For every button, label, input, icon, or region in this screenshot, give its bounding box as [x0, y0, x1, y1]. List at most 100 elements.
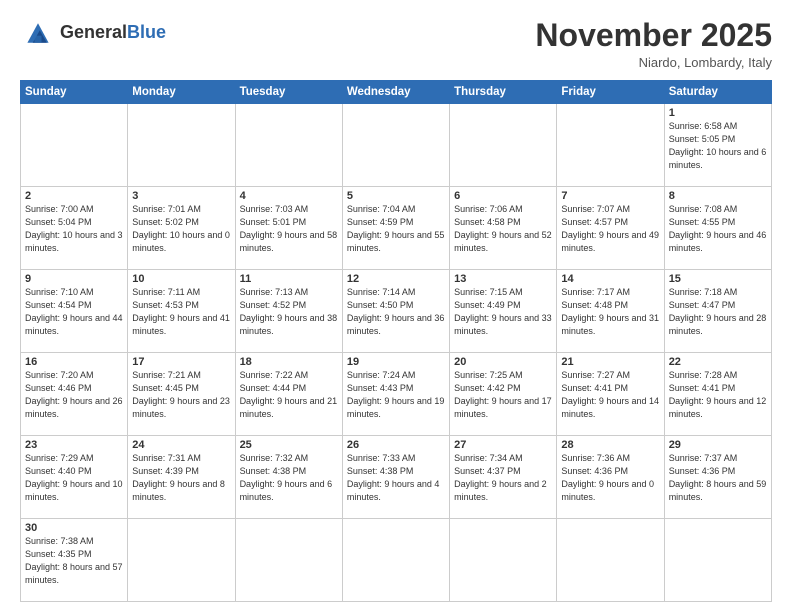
day-of-week-wednesday: Wednesday [342, 81, 449, 104]
day-number: 11 [240, 273, 338, 285]
calendar-cell: 27Sunrise: 7:34 AM Sunset: 4:37 PM Dayli… [450, 436, 557, 519]
day-number: 1 [669, 107, 767, 119]
calendar-cell: 18Sunrise: 7:22 AM Sunset: 4:44 PM Dayli… [235, 353, 342, 436]
logo-blue: Blue [127, 22, 166, 42]
calendar-week-6: 30Sunrise: 7:38 AM Sunset: 4:35 PM Dayli… [21, 519, 772, 602]
day-number: 28 [561, 439, 659, 451]
day-info: Sunrise: 7:33 AM Sunset: 4:38 PM Dayligh… [347, 452, 445, 504]
day-number: 12 [347, 273, 445, 285]
calendar-cell [342, 519, 449, 602]
calendar-cell: 17Sunrise: 7:21 AM Sunset: 4:45 PM Dayli… [128, 353, 235, 436]
calendar-header-row: SundayMondayTuesdayWednesdayThursdayFrid… [21, 81, 772, 104]
calendar-cell: 13Sunrise: 7:15 AM Sunset: 4:49 PM Dayli… [450, 270, 557, 353]
calendar-cell [21, 104, 128, 187]
day-info: Sunrise: 7:03 AM Sunset: 5:01 PM Dayligh… [240, 203, 338, 255]
calendar-cell: 3Sunrise: 7:01 AM Sunset: 5:02 PM Daylig… [128, 187, 235, 270]
day-of-week-thursday: Thursday [450, 81, 557, 104]
day-info: Sunrise: 7:18 AM Sunset: 4:47 PM Dayligh… [669, 286, 767, 338]
header: GeneralBlue November 2025 Niardo, Lombar… [20, 18, 772, 70]
calendar-cell: 15Sunrise: 7:18 AM Sunset: 4:47 PM Dayli… [664, 270, 771, 353]
calendar-cell: 5Sunrise: 7:04 AM Sunset: 4:59 PM Daylig… [342, 187, 449, 270]
calendar-cell: 1Sunrise: 6:58 AM Sunset: 5:05 PM Daylig… [664, 104, 771, 187]
calendar-cell [450, 519, 557, 602]
day-number: 19 [347, 356, 445, 368]
day-number: 2 [25, 190, 123, 202]
day-info: Sunrise: 7:24 AM Sunset: 4:43 PM Dayligh… [347, 369, 445, 421]
day-info: Sunrise: 7:07 AM Sunset: 4:57 PM Dayligh… [561, 203, 659, 255]
calendar-cell [664, 519, 771, 602]
day-info: Sunrise: 7:08 AM Sunset: 4:55 PM Dayligh… [669, 203, 767, 255]
day-info: Sunrise: 7:31 AM Sunset: 4:39 PM Dayligh… [132, 452, 230, 504]
calendar-cell [235, 104, 342, 187]
calendar-cell [557, 104, 664, 187]
day-info: Sunrise: 7:25 AM Sunset: 4:42 PM Dayligh… [454, 369, 552, 421]
page: GeneralBlue November 2025 Niardo, Lombar… [0, 0, 792, 612]
calendar-cell: 14Sunrise: 7:17 AM Sunset: 4:48 PM Dayli… [557, 270, 664, 353]
day-info: Sunrise: 7:13 AM Sunset: 4:52 PM Dayligh… [240, 286, 338, 338]
day-info: Sunrise: 7:27 AM Sunset: 4:41 PM Dayligh… [561, 369, 659, 421]
day-number: 27 [454, 439, 552, 451]
day-number: 9 [25, 273, 123, 285]
day-of-week-monday: Monday [128, 81, 235, 104]
calendar-cell: 10Sunrise: 7:11 AM Sunset: 4:53 PM Dayli… [128, 270, 235, 353]
day-number: 4 [240, 190, 338, 202]
day-of-week-tuesday: Tuesday [235, 81, 342, 104]
calendar-cell: 9Sunrise: 7:10 AM Sunset: 4:54 PM Daylig… [21, 270, 128, 353]
day-info: Sunrise: 7:28 AM Sunset: 4:41 PM Dayligh… [669, 369, 767, 421]
day-number: 26 [347, 439, 445, 451]
calendar-cell: 4Sunrise: 7:03 AM Sunset: 5:01 PM Daylig… [235, 187, 342, 270]
day-number: 8 [669, 190, 767, 202]
day-info: Sunrise: 7:01 AM Sunset: 5:02 PM Dayligh… [132, 203, 230, 255]
calendar-cell: 11Sunrise: 7:13 AM Sunset: 4:52 PM Dayli… [235, 270, 342, 353]
location: Niardo, Lombardy, Italy [535, 55, 772, 70]
day-number: 6 [454, 190, 552, 202]
logo-general: General [60, 22, 127, 42]
calendar-table: SundayMondayTuesdayWednesdayThursdayFrid… [20, 80, 772, 602]
month-title: November 2025 [535, 18, 772, 53]
calendar-cell: 26Sunrise: 7:33 AM Sunset: 4:38 PM Dayli… [342, 436, 449, 519]
day-number: 23 [25, 439, 123, 451]
calendar-week-2: 2Sunrise: 7:00 AM Sunset: 5:04 PM Daylig… [21, 187, 772, 270]
day-info: Sunrise: 7:20 AM Sunset: 4:46 PM Dayligh… [25, 369, 123, 421]
day-info: Sunrise: 7:15 AM Sunset: 4:49 PM Dayligh… [454, 286, 552, 338]
calendar-cell: 30Sunrise: 7:38 AM Sunset: 4:35 PM Dayli… [21, 519, 128, 602]
calendar-week-4: 16Sunrise: 7:20 AM Sunset: 4:46 PM Dayli… [21, 353, 772, 436]
day-info: Sunrise: 7:21 AM Sunset: 4:45 PM Dayligh… [132, 369, 230, 421]
day-info: Sunrise: 7:37 AM Sunset: 4:36 PM Dayligh… [669, 452, 767, 504]
day-info: Sunrise: 7:10 AM Sunset: 4:54 PM Dayligh… [25, 286, 123, 338]
day-number: 29 [669, 439, 767, 451]
day-info: Sunrise: 7:00 AM Sunset: 5:04 PM Dayligh… [25, 203, 123, 255]
day-number: 18 [240, 356, 338, 368]
day-info: Sunrise: 7:17 AM Sunset: 4:48 PM Dayligh… [561, 286, 659, 338]
calendar-cell [235, 519, 342, 602]
calendar-cell [557, 519, 664, 602]
day-number: 13 [454, 273, 552, 285]
day-of-week-saturday: Saturday [664, 81, 771, 104]
calendar-week-3: 9Sunrise: 7:10 AM Sunset: 4:54 PM Daylig… [21, 270, 772, 353]
day-number: 3 [132, 190, 230, 202]
logo-text: GeneralBlue [60, 23, 166, 43]
calendar-cell: 23Sunrise: 7:29 AM Sunset: 4:40 PM Dayli… [21, 436, 128, 519]
calendar-cell: 22Sunrise: 7:28 AM Sunset: 4:41 PM Dayli… [664, 353, 771, 436]
day-number: 17 [132, 356, 230, 368]
calendar-cell: 2Sunrise: 7:00 AM Sunset: 5:04 PM Daylig… [21, 187, 128, 270]
day-info: Sunrise: 7:38 AM Sunset: 4:35 PM Dayligh… [25, 535, 123, 587]
day-info: Sunrise: 7:36 AM Sunset: 4:36 PM Dayligh… [561, 452, 659, 504]
day-number: 21 [561, 356, 659, 368]
day-info: Sunrise: 7:32 AM Sunset: 4:38 PM Dayligh… [240, 452, 338, 504]
day-info: Sunrise: 6:58 AM Sunset: 5:05 PM Dayligh… [669, 120, 767, 172]
calendar-cell: 7Sunrise: 7:07 AM Sunset: 4:57 PM Daylig… [557, 187, 664, 270]
day-number: 22 [669, 356, 767, 368]
day-info: Sunrise: 7:11 AM Sunset: 4:53 PM Dayligh… [132, 286, 230, 338]
day-info: Sunrise: 7:04 AM Sunset: 4:59 PM Dayligh… [347, 203, 445, 255]
calendar-cell: 21Sunrise: 7:27 AM Sunset: 4:41 PM Dayli… [557, 353, 664, 436]
calendar-week-1: 1Sunrise: 6:58 AM Sunset: 5:05 PM Daylig… [21, 104, 772, 187]
day-info: Sunrise: 7:06 AM Sunset: 4:58 PM Dayligh… [454, 203, 552, 255]
day-info: Sunrise: 7:22 AM Sunset: 4:44 PM Dayligh… [240, 369, 338, 421]
logo: GeneralBlue [20, 18, 166, 48]
day-number: 5 [347, 190, 445, 202]
day-info: Sunrise: 7:29 AM Sunset: 4:40 PM Dayligh… [25, 452, 123, 504]
calendar-cell: 16Sunrise: 7:20 AM Sunset: 4:46 PM Dayli… [21, 353, 128, 436]
day-of-week-friday: Friday [557, 81, 664, 104]
calendar-cell: 20Sunrise: 7:25 AM Sunset: 4:42 PM Dayli… [450, 353, 557, 436]
